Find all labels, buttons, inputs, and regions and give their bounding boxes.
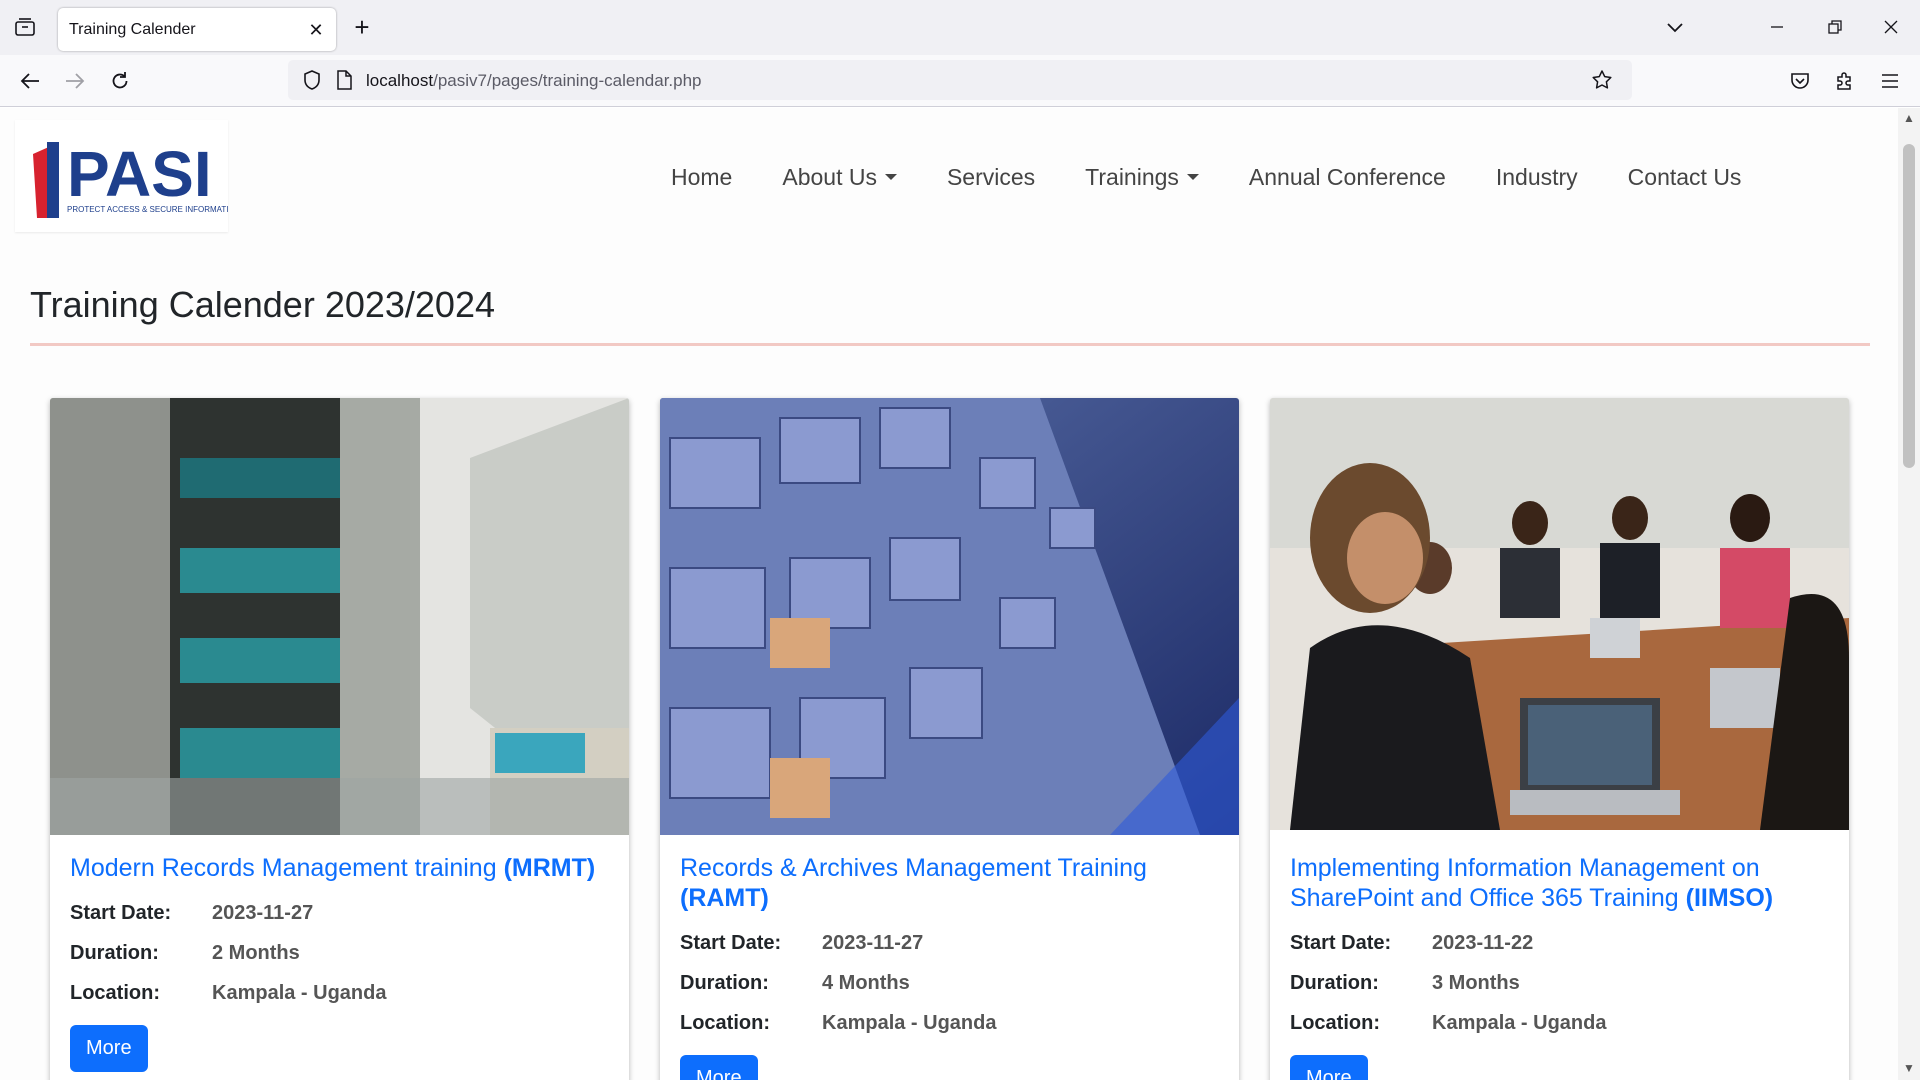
chevron-down-icon — [1186, 174, 1199, 181]
card-meta: Start Date: 2023-11-27 Duration: 2 Months … — [70, 893, 609, 1013]
duration-label: Duration: — [1290, 972, 1379, 994]
extensions-icon[interactable] — [1831, 67, 1859, 95]
reload-icon[interactable] — [106, 67, 134, 95]
minimize-icon[interactable] — [1762, 12, 1792, 42]
duration-label: Duration: — [680, 972, 769, 994]
tab-title: Training Calender — [69, 21, 196, 38]
duration-label: Duration: — [70, 942, 159, 964]
page-scrollbar[interactable]: ▲ ▼ — [1898, 108, 1920, 1080]
training-card-iimso: Implementing Information Management on S… — [1270, 398, 1849, 1080]
more-button[interactable]: More — [70, 1025, 148, 1072]
card-body: Implementing Information Management on S… — [1290, 853, 1829, 1080]
start-date-value: 2023-11-22 — [1432, 932, 1534, 954]
location-value: Kampala - Uganda — [212, 982, 387, 1004]
url-text[interactable]: localhost/pasiv7/pages/training-calendar… — [366, 71, 702, 91]
card-image-meeting — [1270, 398, 1849, 830]
start-date-label: Start Date: — [680, 932, 782, 954]
browser-tab-bar: Training Calender ✕ + — [0, 0, 1920, 55]
title-divider — [30, 343, 1870, 346]
page-viewport: PASI PROTECT ACCESS & SECURE INFORMATION… — [0, 108, 1898, 1080]
restore-icon[interactable] — [1820, 12, 1850, 42]
scroll-down-icon[interactable]: ▼ — [1902, 1062, 1916, 1074]
start-date-value: 2023-11-27 — [212, 902, 314, 924]
card-title[interactable]: Modern Records Management training (MRMT… — [70, 853, 609, 883]
url-host: localhost — [366, 71, 434, 90]
location-value: Kampala - Uganda — [1432, 1012, 1607, 1034]
bookmark-star-icon[interactable] — [1588, 66, 1616, 94]
more-button[interactable]: More — [1290, 1055, 1368, 1080]
nav-contact-us[interactable]: Contact Us — [1603, 164, 1767, 191]
url-path: /pasiv7/pages/training-calendar.php — [433, 71, 702, 90]
scroll-thumb[interactable] — [1903, 144, 1915, 468]
duration-value: 3 Months — [1432, 972, 1520, 994]
nav-about-us[interactable]: About Us — [757, 164, 922, 191]
card-title[interactable]: Implementing Information Management on S… — [1290, 853, 1829, 913]
page-icon — [330, 66, 358, 94]
location-value: Kampala - Uganda — [822, 1012, 997, 1034]
url-bar[interactable]: localhost/pasiv7/pages/training-calendar… — [288, 60, 1632, 100]
app-menu-icon[interactable] — [1876, 67, 1904, 95]
close-window-icon[interactable] — [1876, 12, 1906, 42]
card-meta: Start Date: 2023-11-27 Duration: 4 Months … — [680, 923, 1219, 1043]
tabs-dropdown-icon[interactable] — [1662, 14, 1688, 40]
scroll-up-icon[interactable]: ▲ — [1902, 112, 1916, 124]
site-logo[interactable]: PASI PROTECT ACCESS & SECURE INFORMATION — [15, 120, 241, 232]
nav-home[interactable]: Home — [646, 164, 757, 191]
training-card-mrmt: Modern Records Management training (MRMT… — [50, 398, 629, 1080]
duration-value: 2 Months — [212, 942, 300, 964]
tab-list-icon[interactable] — [12, 14, 38, 40]
card-body: Modern Records Management training (MRMT… — [70, 853, 609, 1072]
shield-icon[interactable] — [298, 66, 326, 94]
training-card-ramt: Records & Archives Management Training (… — [660, 398, 1239, 1080]
location-label: Location: — [70, 982, 160, 1004]
start-date-label: Start Date: — [70, 902, 172, 924]
page-title: Training Calender 2023/2024 — [30, 284, 495, 325]
start-date-value: 2023-11-27 — [822, 932, 924, 954]
card-title[interactable]: Records & Archives Management Training (… — [680, 853, 1219, 913]
card-image-filing-cabinets — [660, 398, 1239, 835]
more-button[interactable]: More — [680, 1055, 758, 1080]
logo-tagline: PROTECT ACCESS & SECURE INFORMATION — [67, 205, 228, 214]
browser-tab-active[interactable]: Training Calender ✕ — [58, 8, 336, 51]
forward-arrow-icon[interactable] — [61, 67, 89, 95]
back-arrow-icon[interactable] — [16, 67, 44, 95]
logo-text: PASI — [67, 138, 212, 210]
nav-services[interactable]: Services — [922, 164, 1060, 191]
tab-close-icon[interactable]: ✕ — [306, 20, 326, 40]
card-image-records-shelving — [50, 398, 629, 835]
nav-annual-conference[interactable]: Annual Conference — [1224, 164, 1471, 191]
new-tab-icon[interactable]: + — [350, 13, 374, 41]
location-label: Location: — [680, 1012, 770, 1034]
nav-industry[interactable]: Industry — [1471, 164, 1603, 191]
card-body: Records & Archives Management Training (… — [680, 853, 1219, 1080]
site-navigation: Home About Us Services Trainings Annual … — [646, 164, 1766, 191]
chevron-down-icon — [884, 174, 897, 181]
duration-value: 4 Months — [822, 972, 910, 994]
card-meta: Start Date: 2023-11-22 Duration: 3 Months … — [1290, 923, 1829, 1043]
pocket-icon[interactable] — [1786, 67, 1814, 95]
nav-trainings[interactable]: Trainings — [1060, 164, 1224, 191]
start-date-label: Start Date: — [1290, 932, 1392, 954]
location-label: Location: — [1290, 1012, 1380, 1034]
browser-nav-bar: localhost/pasiv7/pages/training-calendar… — [0, 55, 1920, 107]
